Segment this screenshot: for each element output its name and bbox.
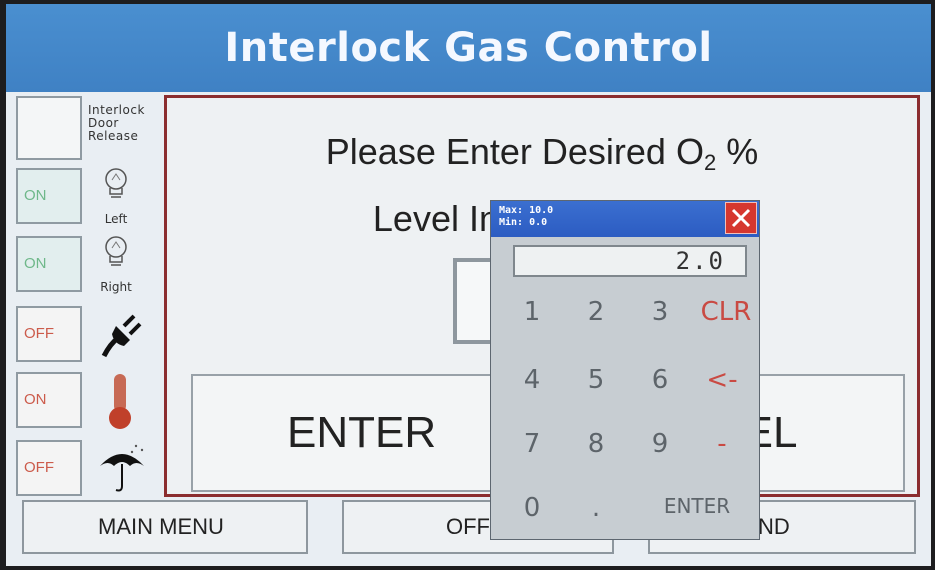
thermometer-icon xyxy=(96,370,156,432)
key-1[interactable]: 1 xyxy=(505,285,559,339)
key-9[interactable]: 9 xyxy=(633,417,687,471)
numeric-keypad: Max: 10.0 Min: 0.0 2.0 1 2 3 CLR 4 5 6 <… xyxy=(490,200,760,540)
main-menu-button[interactable]: MAIN MENU xyxy=(22,500,308,554)
enter-button[interactable]: ENTER xyxy=(191,374,521,492)
keypad-min-label: Min: 0.0 xyxy=(499,217,548,228)
key-decimal[interactable]: . xyxy=(569,481,623,535)
key-7[interactable]: 7 xyxy=(505,417,559,471)
prompt-text: % xyxy=(716,131,759,172)
prompt-subscript: 2 xyxy=(703,150,717,175)
left-light-toggle[interactable]: ON xyxy=(16,168,82,224)
door-release-label-line: Release xyxy=(88,129,139,143)
toggle-state: ON xyxy=(24,391,47,408)
umbrella-rain-icon xyxy=(96,440,156,502)
power-toggle[interactable]: OFF xyxy=(16,306,82,362)
key-0[interactable]: 0 xyxy=(505,481,559,535)
light-bulb-icon: Left xyxy=(96,164,156,226)
keypad-header: Max: 10.0 Min: 0.0 xyxy=(491,201,759,237)
key-6[interactable]: 6 xyxy=(633,353,687,407)
main-menu-label: MAIN MENU xyxy=(98,514,224,539)
key-8[interactable]: 8 xyxy=(569,417,623,471)
door-release-button[interactable] xyxy=(16,96,82,160)
left-light-caption: Left xyxy=(104,212,128,226)
key-backspace[interactable]: <- xyxy=(695,353,749,407)
off-button-label: OFF xyxy=(446,514,490,539)
enter-button-label: ENTER xyxy=(287,408,437,457)
key-minus[interactable]: - xyxy=(695,417,749,471)
toggle-state: ON xyxy=(24,255,47,272)
close-icon[interactable] xyxy=(725,202,757,234)
toggle-state: OFF xyxy=(24,325,54,342)
key-2[interactable]: 2 xyxy=(569,285,623,339)
page-title: Interlock Gas Control xyxy=(6,4,931,92)
hmi-screen: Interlock Gas Control Interlock Door Rel… xyxy=(6,4,931,566)
keypad-max-label: Max: 10.0 xyxy=(499,205,554,216)
key-clear[interactable]: CLR xyxy=(691,285,761,339)
door-release-label: Interlock Door Release xyxy=(88,104,162,143)
key-5[interactable]: 5 xyxy=(569,353,623,407)
key-4[interactable]: 4 xyxy=(505,353,559,407)
toggle-state: OFF xyxy=(24,459,54,476)
rain-toggle[interactable]: OFF xyxy=(16,440,82,496)
prompt-text: Please Enter Desired O xyxy=(325,131,704,172)
light-bulb-icon: Right xyxy=(96,232,156,294)
keypad-limits: Max: 10.0 Min: 0.0 xyxy=(499,205,553,229)
key-enter[interactable]: ENTER xyxy=(639,479,755,533)
power-plug-icon xyxy=(96,304,156,366)
right-light-toggle[interactable]: ON xyxy=(16,236,82,292)
right-light-caption: Right xyxy=(100,280,132,294)
prompt-line-1: Please Enter Desired O2 % xyxy=(167,124,917,191)
keypad-display: 2.0 xyxy=(513,245,747,277)
toggle-state: ON xyxy=(24,187,47,204)
key-3[interactable]: 3 xyxy=(633,285,687,339)
heater-toggle[interactable]: ON xyxy=(16,372,82,428)
